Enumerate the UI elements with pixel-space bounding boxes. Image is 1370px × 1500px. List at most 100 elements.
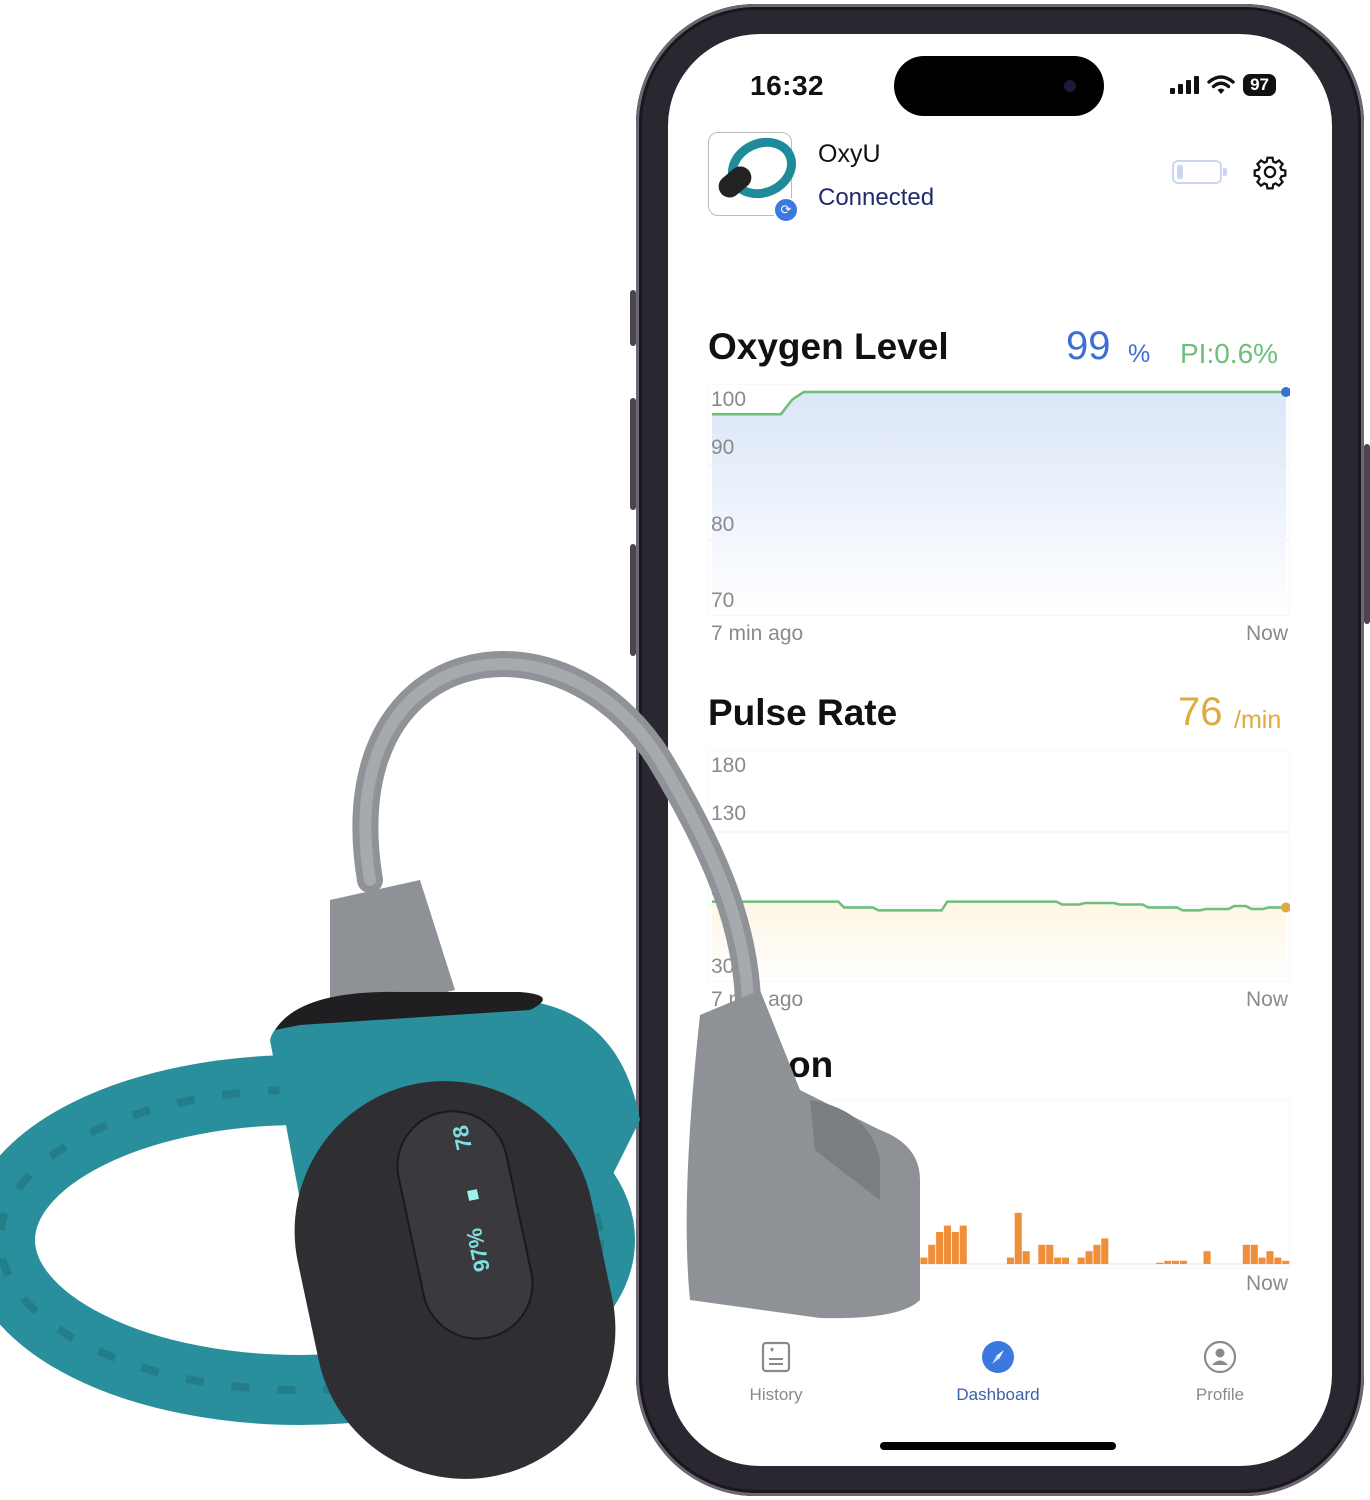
pulse-chart-plot	[708, 750, 1290, 982]
motion-bar	[936, 1232, 944, 1264]
motion-bar	[888, 1251, 896, 1264]
motion-bar	[802, 1244, 810, 1264]
battery-percent-badge: 97	[1243, 74, 1276, 96]
motion-bar	[1203, 1251, 1211, 1264]
dashboard-compass-icon	[982, 1341, 1014, 1373]
motion-bar	[1242, 1244, 1250, 1264]
x-label-end: Now	[1245, 1272, 1288, 1295]
display-spo2: 97%	[461, 1226, 495, 1274]
motion-bar	[1054, 1257, 1062, 1264]
wristband-strap	[0, 1055, 635, 1425]
chart-area	[712, 392, 1286, 614]
motion-bar	[1046, 1244, 1054, 1264]
app-screen: 16:32 97 ⟳ OxyU Connected Oxygen Level 9…	[668, 34, 1332, 1466]
x-label-end: Now	[1245, 622, 1288, 645]
sensor-body	[294, 1081, 616, 1479]
tab-profile-label: Profile	[1195, 1385, 1245, 1404]
pulse-chart: 180 130 80 30 7 min ago Now	[708, 750, 1290, 1011]
band-housing	[270, 1000, 640, 1200]
oxygen-unit: %	[1128, 340, 1151, 368]
phone-frame: 16:32 97 ⟳ OxyU Connected Oxygen Level 9…	[630, 4, 1370, 1496]
motion-bar	[1038, 1244, 1046, 1264]
y-tick: 100	[711, 388, 747, 411]
display-heart-indicator	[467, 1189, 479, 1201]
y-tick: 80	[711, 879, 735, 902]
motion-bar	[920, 1257, 928, 1264]
x-label-start: 7 min ago	[711, 622, 804, 645]
motion-bar	[841, 1257, 849, 1264]
oxygen-level-title: Oxygen Level	[708, 326, 949, 367]
cellular-signal-icon	[1170, 76, 1200, 94]
motion-bar	[873, 1257, 881, 1264]
power-button	[1364, 444, 1370, 624]
y-tick: 90	[711, 436, 735, 459]
status-time: 16:32	[750, 70, 825, 101]
tab-profile[interactable]: Profile	[1160, 1340, 1280, 1405]
oxygen-chart: 100 90 80 70 7 min ago Now	[708, 384, 1290, 645]
motion-bar	[951, 1232, 959, 1264]
motion-bar	[1093, 1244, 1101, 1264]
cable-connector	[330, 880, 455, 1020]
oxygen-value: 99	[1066, 324, 1111, 368]
motion-bar	[1172, 1260, 1180, 1264]
sync-icon[interactable]: ⟳	[773, 197, 799, 223]
motion-bar	[857, 1251, 865, 1264]
motion-bar	[1282, 1260, 1290, 1264]
perfusion-index: PI:0.6%	[1180, 338, 1279, 369]
device-thumbnail[interactable]: ⟳	[708, 126, 806, 223]
y-tick: 30	[711, 955, 735, 978]
y-tick: 180	[711, 754, 747, 777]
profile-person-icon	[1203, 1340, 1237, 1374]
motion-bar	[1164, 1260, 1172, 1264]
status-icons: 97	[1170, 74, 1276, 96]
pulse-unit: /min	[1234, 706, 1282, 734]
tab-dashboard-label: Dashboard	[956, 1385, 1040, 1404]
motion-bar	[1156, 1262, 1164, 1264]
motion-bar	[1101, 1238, 1109, 1264]
motion-bar	[833, 1257, 841, 1264]
history-report-icon	[761, 1341, 791, 1373]
chart-frame	[708, 1100, 1290, 1269]
chart-area	[712, 901, 1286, 980]
motion-bar	[818, 1251, 826, 1264]
y-tick: 130	[711, 802, 747, 825]
pulse-rate-title: Pulse Rate	[708, 692, 898, 733]
motion-bar	[1014, 1212, 1022, 1264]
motion-bar	[1006, 1257, 1014, 1264]
x-label-start: 7 min ago	[711, 988, 804, 1011]
volume-up-button	[630, 398, 636, 510]
motion-bar	[896, 1257, 904, 1264]
device-battery-icon	[1172, 160, 1227, 184]
sensor-display	[396, 1110, 534, 1340]
motion-bar	[826, 1251, 834, 1264]
connection-status: Connected	[818, 184, 935, 211]
motion-bar	[881, 1257, 889, 1264]
home-indicator[interactable]	[880, 1442, 1116, 1450]
device-name: OxyU	[818, 140, 881, 168]
gear-icon[interactable]	[1252, 154, 1288, 190]
housing-top-rim	[275, 991, 543, 1030]
motion-bar	[928, 1244, 936, 1264]
display-pulse: 78	[447, 1123, 477, 1152]
dynamic-island	[894, 56, 1104, 116]
motion-bar	[1077, 1257, 1085, 1264]
motion-title: on	[788, 1044, 834, 1085]
motion-bar	[1274, 1257, 1282, 1264]
y-tick: 80	[711, 513, 735, 536]
motion-bar	[1085, 1251, 1093, 1264]
tab-history[interactable]: History	[716, 1340, 836, 1405]
motion-bar	[849, 1244, 857, 1264]
volume-down-button	[630, 544, 636, 656]
motion-bar	[865, 1251, 873, 1264]
tab-dashboard[interactable]: Dashboard	[938, 1340, 1058, 1405]
motion-bar	[1061, 1257, 1069, 1264]
motion-bar	[959, 1225, 967, 1264]
pulse-value: 76	[1178, 690, 1223, 734]
oxygen-chart-plot	[708, 384, 1290, 616]
x-label-end: Now	[1245, 988, 1288, 1011]
y-tick: 70	[711, 589, 735, 612]
motion-bar	[1179, 1260, 1187, 1264]
motion-bar	[810, 1257, 818, 1264]
motion-bar	[1022, 1251, 1030, 1264]
motion-bar	[1258, 1257, 1266, 1264]
